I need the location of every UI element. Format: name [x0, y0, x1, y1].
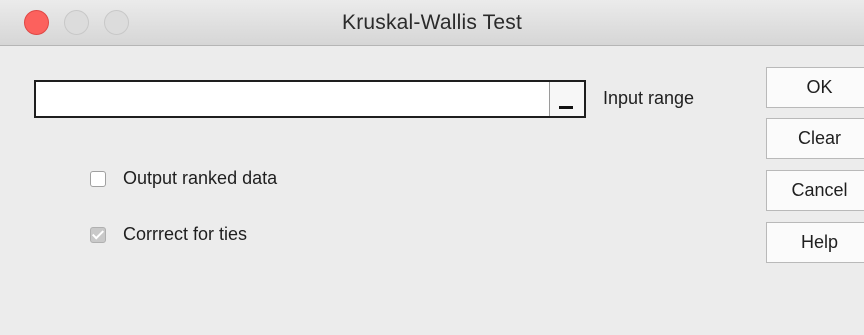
correct-for-ties-label: Corrrect for ties	[123, 224, 248, 244]
clear-button[interactable]: Clear	[766, 118, 864, 159]
input-range-field[interactable]	[34, 80, 586, 118]
title-bar: Kruskal-Wallis Test	[0, 0, 864, 46]
ok-button[interactable]: OK	[766, 67, 864, 108]
output-ranked-data-checkbox[interactable]	[90, 171, 106, 187]
range-select-icon	[559, 106, 573, 109]
help-button[interactable]: Help	[766, 222, 864, 263]
correct-for-ties-checkbox[interactable]	[90, 227, 106, 243]
range-selector-button[interactable]	[549, 82, 584, 116]
input-range-label: Input range	[603, 88, 695, 108]
output-ranked-data-label: Output ranked data	[123, 168, 278, 188]
cancel-button[interactable]: Cancel	[766, 170, 864, 211]
window-title: Kruskal-Wallis Test	[341, 11, 522, 34]
kruskal-wallis-dialog: Kruskal-Wallis Test Input range Output r…	[0, 0, 864, 335]
